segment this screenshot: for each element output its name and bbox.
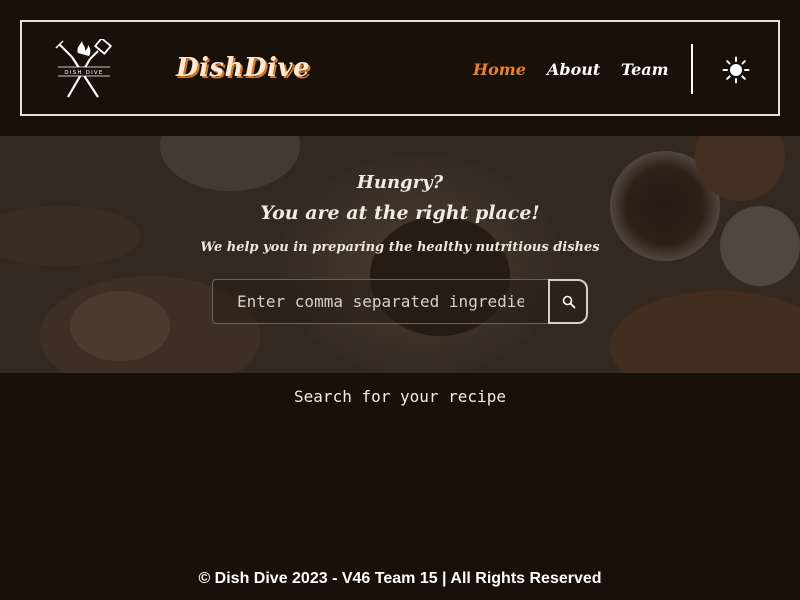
dish-dive-logo[interactable]: DISH DIVE: [54, 39, 114, 99]
search-prompt: Search for your recipe: [294, 387, 506, 406]
nav-divider: [691, 44, 693, 94]
brand-name[interactable]: DishDive: [176, 53, 310, 83]
hero-section: Hungry? You are at the right place! We h…: [0, 136, 800, 373]
logo-text: DISH DIVE: [64, 70, 103, 76]
hero-title-right-place: You are at the right place!: [260, 202, 540, 224]
search-icon: [562, 295, 576, 309]
footer-copyright: © Dish Dive 2023 - V46 Team 15 | All Rig…: [198, 570, 602, 587]
site-header: DISH DIVE DishDive Home About Team: [20, 20, 780, 116]
search-button[interactable]: [548, 279, 588, 324]
hero-subtitle: We help you in preparing the healthy nut…: [200, 240, 600, 255]
nav-home[interactable]: Home: [473, 60, 526, 79]
nav-about[interactable]: About: [547, 60, 600, 79]
hero-title-hungry: Hungry?: [356, 172, 444, 193]
sun-icon[interactable]: [722, 56, 750, 84]
nav-team[interactable]: Team: [621, 60, 669, 79]
ingredients-search-input[interactable]: [212, 279, 548, 324]
